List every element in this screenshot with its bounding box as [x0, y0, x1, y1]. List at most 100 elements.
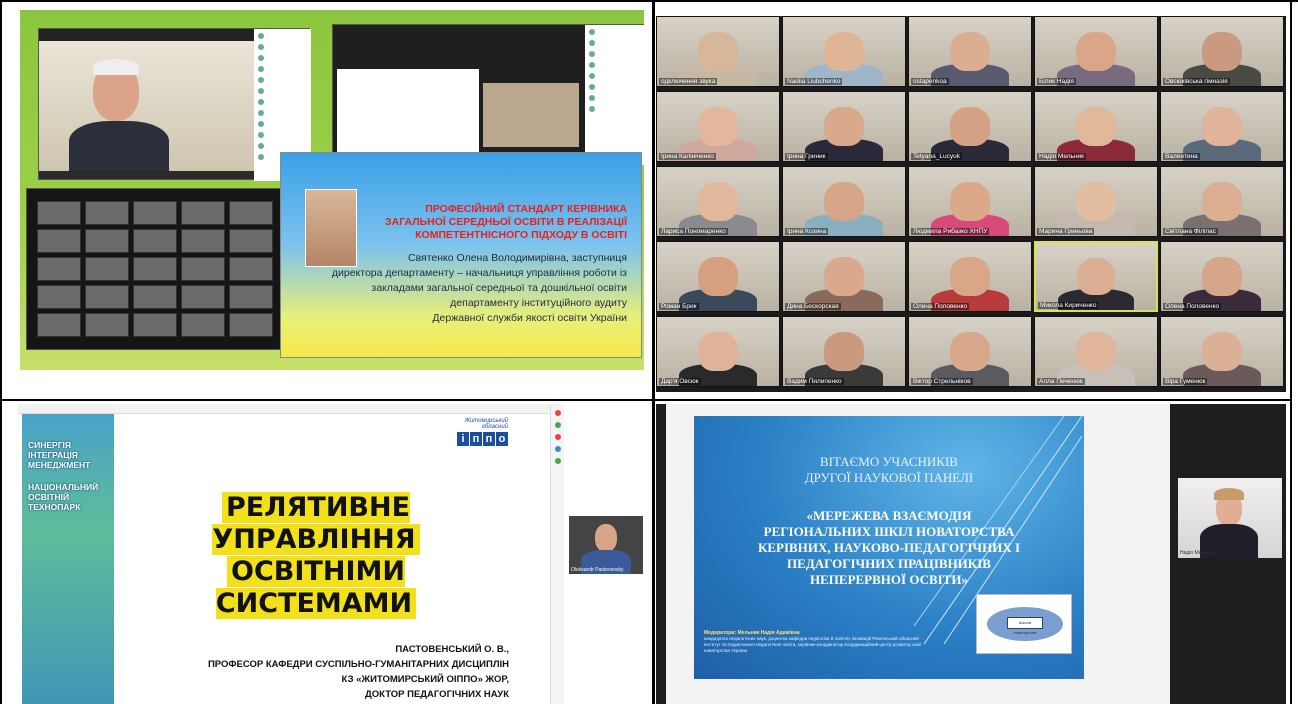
school-image: Школа новаторства [976, 594, 1072, 654]
participant-name: Дина Бескорская [785, 303, 841, 310]
slide-body: Святенко Олена Володимирівна, заступниця… [331, 252, 627, 324]
video-tile: Ірина Козина [782, 166, 906, 237]
person-face [1076, 332, 1116, 371]
person-face [824, 257, 864, 296]
person-face [1202, 257, 1242, 296]
grid-border-mid-v [652, 0, 655, 704]
participant-name: Ірина Калініченко [659, 153, 716, 160]
video-tile: Овсюківська гімназія [1160, 16, 1284, 87]
participant-name: Світлана Філіпас [1163, 228, 1218, 235]
participant-name: Микола Кириченко [1038, 302, 1099, 309]
document-window [332, 24, 645, 165]
panel-title: «МЕРЕЖЕВА ВЗАЄМОДІЯ РЕГІОНАЛЬНИХ ШКІЛ НО… [757, 508, 1021, 587]
participant-name: Tetyana_Lucyuk [911, 153, 962, 160]
video-tile: Лариса Пономаренко [656, 166, 780, 237]
speaker-window [38, 28, 311, 181]
person-face [698, 32, 738, 71]
participant-name: Валентина [1163, 153, 1200, 160]
participant-name: Людмила Рибазко ХНПУ [911, 228, 990, 235]
participant-name: Марина Гриньова [1037, 228, 1095, 235]
video-tile: Марина Гриньова [1034, 166, 1158, 237]
person-face [698, 182, 738, 221]
video-tile: Дина Бескорская [782, 241, 906, 312]
presentation-slide: ПРОФЕСІЙНИЙ СТАНДАРТ КЕРІВНИКА ЗАГАЛЬНОЇ… [280, 152, 642, 358]
video-tile: Олена Половенко [908, 241, 1032, 312]
person-face [1076, 32, 1116, 71]
video-tile: ostapenkoa [908, 16, 1032, 87]
person-face [950, 182, 990, 221]
slide-main-title: РЕЛЯТИВНЕ УПРАВЛІННЯ ОСВІТНІМИ СИСТЕМАМИ [138, 492, 494, 620]
video-tile: Білик Надія [1034, 16, 1158, 87]
participant-name: Алла Печенюк [1037, 378, 1085, 385]
video-tile: Ірина Калініченко [656, 91, 780, 162]
participant-name: одключення звука [659, 78, 718, 85]
video-tile: Tetyana_Lucyuk [908, 91, 1032, 162]
video-tile: Ірина Гриник [782, 91, 906, 162]
person-face [824, 182, 864, 221]
side-camera-tile: Oleksandr Pastovensky [569, 516, 643, 574]
video-tile: Nadiia Liubchenko [782, 16, 906, 87]
participant-name: Ірина Гриник [785, 153, 828, 160]
person-face [1202, 182, 1242, 221]
moderator-info: Модератори: Мельник Надія Адамівна канди… [704, 630, 922, 653]
person-face [698, 107, 738, 146]
participant-name: Роман Брик [659, 303, 699, 310]
slide-title: ПРОФЕСІЙНИЙ СТАНДАРТ КЕРІВНИКА ЗАГАЛЬНОЇ… [385, 203, 627, 241]
screenshot-zoom-gallery: одключення звука Nadiia Liubchenko ostapen… [656, 16, 1286, 392]
moderator-camera: Надія Мельник [1178, 478, 1282, 558]
video-tile: Віктор Стрельніков [908, 316, 1032, 387]
participant-name: Білик Надія [1037, 78, 1076, 85]
video-tile: одключення звука [656, 16, 780, 87]
slide-left-band: СИНЕРГІЯ ІНТЕГРАЦІЯ МЕНЕДЖМЕНТ НАЦІОНАЛЬ… [22, 414, 114, 704]
participant-name: Надія Мельник [1037, 153, 1087, 160]
participant-name: ostapenkoa [911, 78, 949, 85]
video-tile: Віра Гуменюк [1160, 316, 1284, 387]
person-face [698, 332, 738, 371]
participant-name: Віктор Стрельніков [911, 378, 973, 385]
author-block: ПАСТОВЕНСЬКИЙ О. В., ПРОФЕСОР КАФЕДРИ СУ… [207, 644, 509, 700]
person-face [950, 332, 990, 371]
person-face [824, 107, 864, 146]
panel-slide: ВІТАЄМО УЧАСНИКІВ ДРУГОЇ НАУКОВОЇ ПАНЕЛІ… [694, 416, 1084, 679]
person-face [1202, 332, 1242, 371]
person-face [1202, 32, 1242, 71]
person-face [1076, 107, 1116, 146]
video-tile: Роман Брик [656, 241, 780, 312]
person-face [824, 32, 864, 71]
right-toolbar[interactable] [550, 404, 564, 704]
video-tile: Олена Половенко [1160, 241, 1284, 312]
screenshot-powerpoint-panel: ВІТАЄМО УЧАСНИКІВ ДРУГОЇ НАУКОВОЇ ПАНЕЛІ… [656, 404, 1286, 704]
video-tile: Дар'я Овсюк [656, 316, 780, 387]
grid-border-mid-h [0, 399, 1292, 401]
person-face [1202, 107, 1242, 146]
person-face [1076, 257, 1116, 296]
person-face [950, 257, 990, 296]
browser-tab-bar [18, 404, 558, 414]
participant-name: Олена Половенко [1163, 303, 1222, 310]
participant-name: Nadiia Liubchenko [785, 78, 843, 85]
person-face [698, 257, 738, 296]
powerpoint-window: ВІТАЄМО УЧАСНИКІВ ДРУГОЇ НАУКОВОЇ ПАНЕЛІ… [666, 404, 1170, 704]
person-face [1076, 182, 1116, 221]
video-tile: Вадим Пилипенко [782, 316, 906, 387]
video-tile: Людмила Рибазко ХНПУ [908, 166, 1032, 237]
participant-name: Вадим Пилипенко [785, 378, 844, 385]
video-tile: Алла Печенюк [1034, 316, 1158, 387]
left-band-text: СИНЕРГІЯ ІНТЕГРАЦІЯ МЕНЕДЖМЕНТ НАЦІОНАЛЬ… [28, 440, 99, 512]
participant-name: Лариса Пономаренко [659, 228, 728, 235]
grid-border-right [1290, 0, 1292, 704]
screenshot-presentation-relative-management: СИНЕРГІЯ ІНТЕГРАЦІЯ МЕНЕДЖМЕНТ НАЦІОНАЛЬ… [18, 404, 643, 704]
greeting: ВІТАЄМО УЧАСНИКІВ ДРУГОЇ НАУКОВОЇ ПАНЕЛІ [804, 454, 974, 485]
participant-name: Овсюківська гімназія [1163, 78, 1230, 85]
person-face [950, 32, 990, 71]
participant-name: Віра Гуменюк [1163, 378, 1208, 385]
video-tile: Світлана Філіпас [1160, 166, 1284, 237]
video-tile: Микола Кириченко [1034, 241, 1158, 312]
participant-name: Олена Половенко [911, 303, 970, 310]
gallery-window [26, 188, 282, 350]
person-face [824, 332, 864, 371]
person-face [950, 107, 990, 146]
speaker-video [39, 41, 254, 171]
video-tile: Надія Мельник [1034, 91, 1158, 162]
participant-name: Дар'я Овсюк [659, 378, 701, 385]
